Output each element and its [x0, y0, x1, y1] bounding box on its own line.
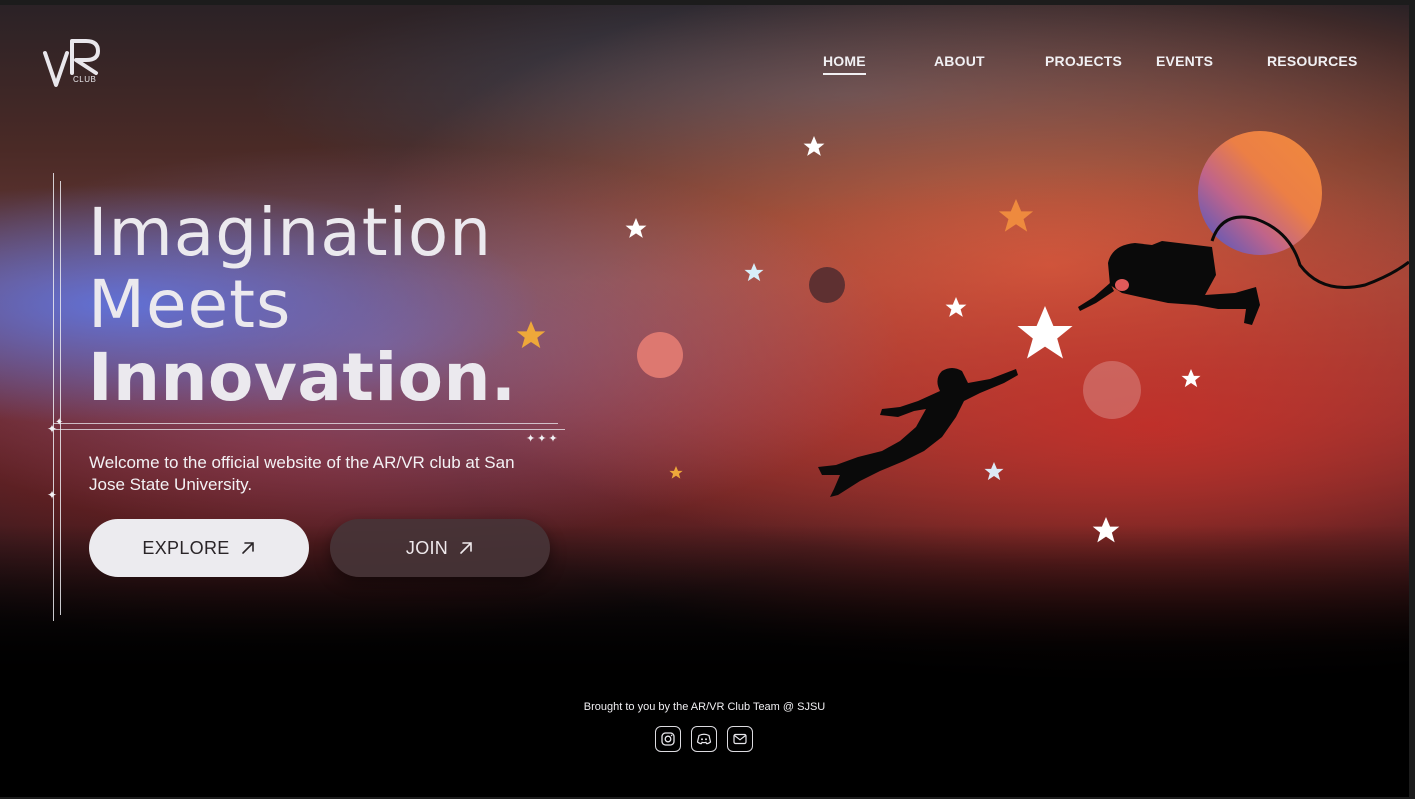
instagram-icon — [661, 732, 675, 746]
footer-credit: Brought to you by the AR/VR Club Team @ … — [583, 701, 826, 713]
star-icon — [744, 263, 764, 282]
star-icon — [984, 462, 1004, 481]
mail-icon — [733, 733, 747, 745]
star-icon — [998, 199, 1034, 232]
star-icon — [945, 297, 967, 317]
planet-icon — [1198, 131, 1322, 255]
astronaut-silhouette — [1078, 241, 1260, 325]
star-icon — [803, 136, 825, 156]
orb-coral — [637, 332, 683, 378]
instagram-link[interactable] — [655, 726, 681, 752]
flying-person-silhouette — [818, 368, 1018, 497]
star-icon — [1017, 306, 1073, 359]
page-frame: CLUB HOME ABOUT PROJECTS EVENTS RESOURCE… — [0, 5, 1409, 797]
orb-pink — [1083, 361, 1141, 419]
star-icon — [516, 321, 546, 349]
visor-glow — [1115, 279, 1129, 291]
discord-link[interactable] — [691, 726, 717, 752]
space-illustration — [516, 131, 1409, 543]
star-icon — [1181, 369, 1201, 388]
star-icon — [1092, 517, 1120, 543]
star-icon — [669, 466, 683, 479]
discord-icon — [696, 733, 712, 745]
orb-dark — [809, 267, 845, 303]
star-icon — [625, 218, 647, 238]
email-link[interactable] — [727, 726, 753, 752]
